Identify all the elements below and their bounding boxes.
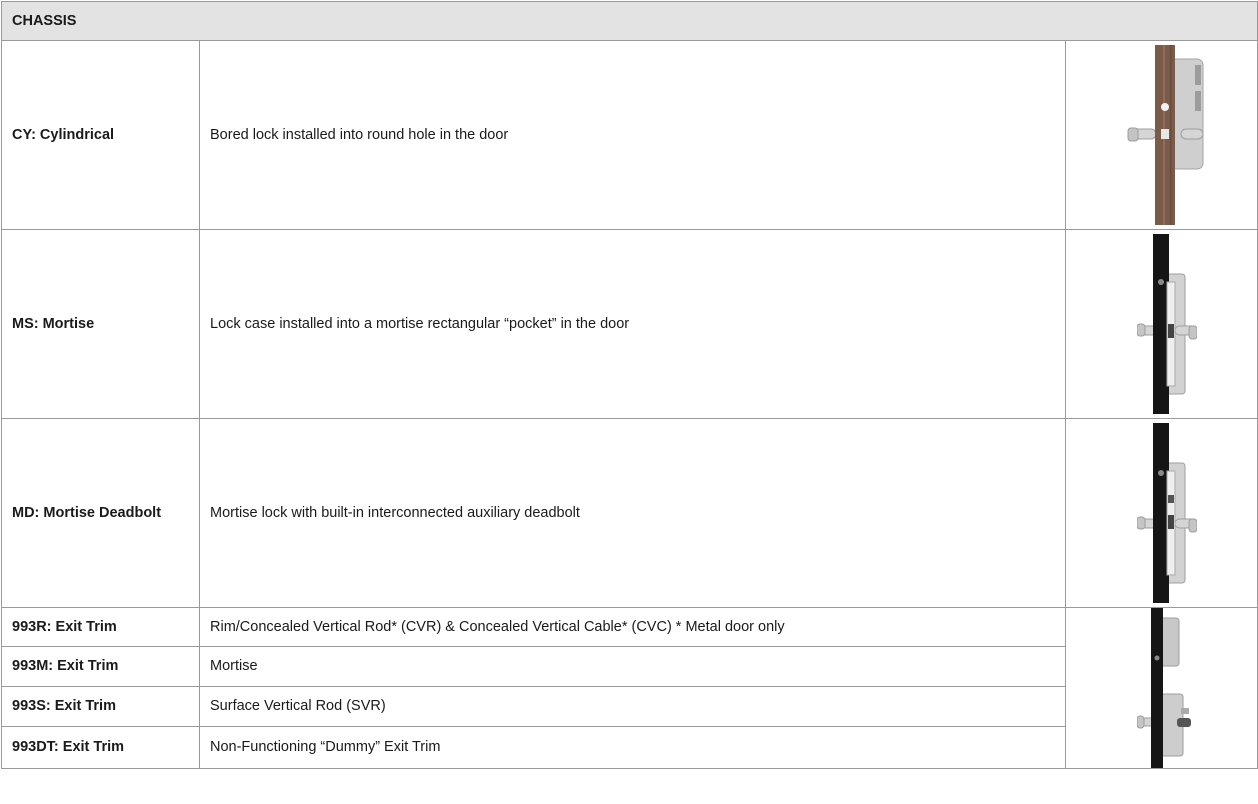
mortise-deadbolt-lock-image	[1065, 418, 1258, 608]
chassis-description: Rim/Concealed Vertical Rod* (CVR) & Conc…	[199, 607, 1066, 647]
chassis-code: MD: Mortise Deadbolt	[1, 418, 200, 608]
mortise-lock-icon	[1136, 234, 1197, 414]
table-header-row: CHASSIS	[1, 1, 1258, 41]
chassis-code: MS: Mortise	[1, 229, 200, 419]
table-row: CY: Cylindrical Bored lock installed int…	[1, 40, 1258, 230]
chassis-code: 993M: Exit Trim	[1, 645, 200, 687]
chassis-code: CY: Cylindrical	[1, 40, 200, 230]
table-row: MD: Mortise Deadbolt Mortise lock with b…	[1, 418, 1258, 608]
chassis-table: CHASSIS CY: Cylindrical Bored lock insta…	[1, 1, 1258, 770]
chassis-code: 993DT: Exit Trim	[1, 725, 200, 770]
section-title: CHASSIS	[1, 1, 1258, 41]
cylindrical-lock-icon	[1127, 45, 1203, 225]
chassis-code: 993R: Exit Trim	[1, 607, 200, 647]
chassis-description: Mortise lock with built-in interconnecte…	[199, 418, 1066, 608]
mortise-deadbolt-lock-icon	[1136, 423, 1197, 603]
table-row: MS: Mortise Lock case installed into a m…	[1, 229, 1258, 419]
chassis-description: Non-Functioning “Dummy” Exit Trim	[199, 725, 1066, 770]
chassis-description: Surface Vertical Rod (SVR)	[199, 685, 1066, 727]
chassis-code: 993S: Exit Trim	[1, 685, 200, 727]
exit-trim-lock-icon	[1136, 608, 1191, 768]
exit-trim-lock-image	[1065, 607, 1258, 769]
chassis-description: Lock case installed into a mortise recta…	[199, 229, 1066, 419]
chassis-description: Mortise	[199, 645, 1066, 687]
cylindrical-lock-image	[1065, 40, 1258, 230]
table-row: 993R: Exit Trim Rim/Concealed Vertical R…	[1, 607, 1258, 769]
mortise-lock-image	[1065, 229, 1258, 419]
chassis-description: Bored lock installed into round hole in …	[199, 40, 1066, 230]
